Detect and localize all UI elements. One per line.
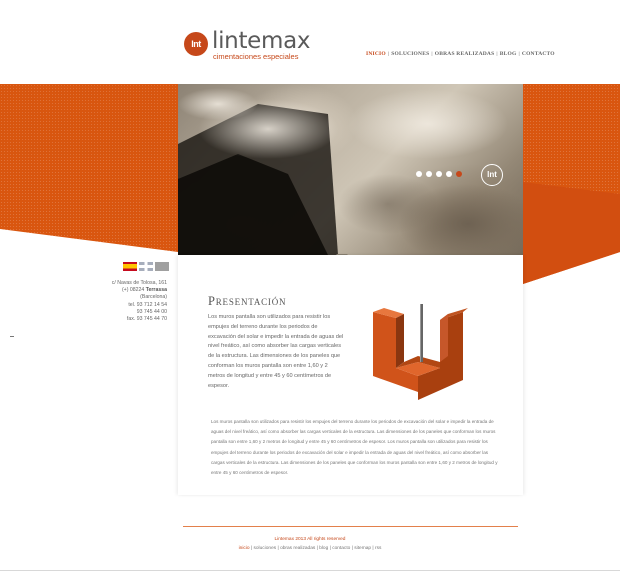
slider-dot-2[interactable] [426, 171, 432, 177]
hero-photo [178, 88, 523, 255]
logo-wordmark: lintemax [212, 28, 311, 54]
flag-uk-icon[interactable] [139, 262, 153, 271]
slider-dot-4[interactable] [446, 171, 452, 177]
slider-dot-1[interactable] [416, 171, 422, 177]
footer-link-blog[interactable]: blog [319, 546, 328, 551]
city: Terrassa [145, 287, 167, 294]
nav-item-obras-realizadas[interactable]: OBRAS REALIZADAS [434, 50, 496, 58]
contact-info: c/ Navas de Tolosa, 161 (+) 08224 Terras… [112, 280, 167, 323]
region: (Barcelona) [140, 294, 167, 301]
language-selector [123, 262, 169, 271]
intro-paragraph: Los muros pantalla son utilizados para r… [208, 314, 344, 389]
logo-mark-icon: lnt [184, 32, 208, 56]
diaphragm-wall-illustration-icon [373, 304, 468, 400]
footer-link-sitemap[interactable]: sitemap [354, 546, 371, 551]
footer-navigation: inicio | soluciones | obras realizadas |… [0, 545, 620, 552]
slider-dot-3[interactable] [436, 171, 442, 177]
decorative-band-right [523, 84, 620, 284]
footer-link-rss[interactable]: rss [375, 546, 381, 551]
address-line-1: c/ Navas de Tolosa, 161 [111, 280, 167, 286]
footer-link-contacto[interactable]: contacto [332, 546, 350, 551]
footer-copyright: Lintemax 2013 All rights reserved [274, 537, 346, 542]
slider-pagination [416, 171, 462, 177]
telephone-2: 93 745 44 00 [136, 308, 167, 315]
main-navigation: INICIO | SOLUCIONES | OBRAS REALIZADAS | BLOG |… [365, 50, 556, 58]
bottom-divider [0, 570, 620, 571]
nav-item-blog[interactable]: BLOG [499, 50, 518, 58]
address-line-2: (+) 08224 Terrassa [112, 287, 167, 294]
postal-code: (+) 08224 [121, 287, 146, 294]
footer-link-soluciones[interactable]: soluciones [253, 546, 276, 551]
flag-france-icon[interactable] [155, 262, 169, 271]
side-mark [10, 336, 14, 337]
nav-item-soluciones[interactable]: SOLUCIONES [390, 50, 430, 58]
nav-item-inicio[interactable]: INICIO [365, 50, 387, 58]
fax: fax. 93 745 44 70 [126, 316, 167, 323]
flag-spain-icon[interactable] [123, 262, 137, 271]
slider-dot-5[interactable] [456, 171, 462, 177]
hero-slider[interactable]: lnt [178, 84, 523, 255]
brand-badge-icon: lnt [481, 164, 503, 186]
logo-tagline: cimentaciones especiales [213, 52, 299, 61]
body-paragraph: Los muros pantalla son utilizados para r… [211, 419, 498, 476]
footer-divider [183, 526, 518, 527]
decorative-band-left [0, 84, 178, 254]
nav-item-contacto[interactable]: CONTACTO [521, 50, 556, 58]
footer-link-obras-realizadas[interactable]: obras realizadas [280, 546, 315, 551]
footer-link-inicio[interactable]: inicio [239, 546, 250, 551]
page-title: Presentación [208, 294, 287, 308]
logo[interactable]: lnt lintemax cimentaciones especiales [184, 28, 314, 62]
telephone-1: tel. 93 712 14 54 [128, 301, 167, 308]
